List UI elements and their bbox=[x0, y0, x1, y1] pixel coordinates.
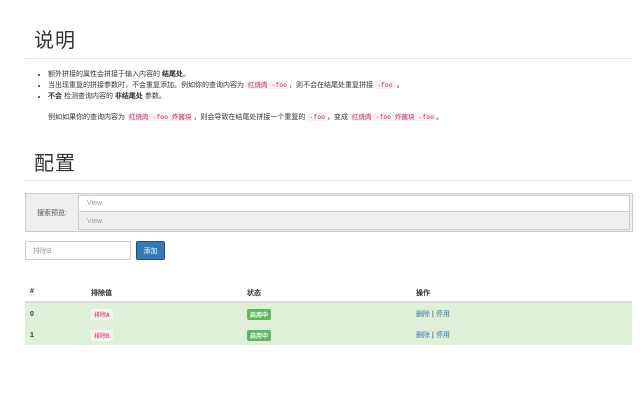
table-header: # 排除值 状态 操作 bbox=[25, 284, 632, 303]
code-snippet: -foo bbox=[307, 113, 328, 121]
code-snippet: 红烧肉 -foo 炸酱块 -foo bbox=[350, 113, 437, 121]
description-item: 当出现重复的拼接参数时，不会重复添加。例如你的查询内容为 红烧肉 -foo，则不… bbox=[48, 80, 638, 91]
table-row: 1 排除B 启用中 删除 | 停用 bbox=[25, 324, 632, 345]
description-title: 说明 bbox=[34, 30, 76, 52]
disable-link[interactable]: 停用 bbox=[436, 330, 450, 340]
table-row: 0 排除A 启用中 删除 | 停用 bbox=[25, 303, 632, 324]
code-snippet: -foo bbox=[374, 81, 395, 89]
disable-link[interactable]: 停用 bbox=[436, 309, 450, 319]
description-item: 不会 检测查询内容的 非结尾处 参数。 bbox=[48, 91, 638, 102]
search-preview: 搜索预览: View View bbox=[25, 193, 633, 232]
divider bbox=[25, 180, 632, 181]
header-actions: 操作 bbox=[416, 290, 430, 297]
description-item: 额外拼接的属性会拼接于输入内容的 结尾处。 bbox=[48, 69, 638, 80]
description-example: 例如如果你的查询内容为 红烧肉 -foo 炸酱块 ，则会导致在结尾处拼接一个重复的… bbox=[48, 113, 444, 121]
exclude-table: # 排除值 状态 操作 0 排除A 启用中 删除 | 停用 1 排除B 启用中 … bbox=[25, 284, 632, 345]
status-badge: 启用中 bbox=[247, 308, 272, 320]
search-preview-label: 搜索预览: bbox=[37, 209, 67, 217]
exclude-value: 排除A bbox=[91, 308, 113, 320]
row-actions: 删除 | 停用 bbox=[416, 330, 450, 340]
row-index: 0 bbox=[30, 310, 34, 318]
search-preview-field[interactable]: View bbox=[78, 195, 630, 212]
config-title: 配置 bbox=[34, 153, 76, 175]
exclude-value: 排除B bbox=[91, 329, 113, 341]
delete-link[interactable]: 删除 bbox=[416, 330, 430, 340]
row-index: 1 bbox=[30, 331, 34, 339]
row-actions: 删除 | 停用 bbox=[416, 309, 450, 319]
header-status: 状态 bbox=[247, 290, 261, 297]
header-value: 排除值 bbox=[91, 290, 112, 297]
status-badge: 启用中 bbox=[247, 329, 272, 341]
search-preview-field[interactable]: View bbox=[78, 213, 630, 230]
divider bbox=[25, 58, 632, 59]
delete-link[interactable]: 删除 bbox=[416, 309, 430, 319]
header-index: # bbox=[30, 288, 34, 295]
exclude-value-input[interactable]: 排除B bbox=[25, 241, 131, 260]
code-snippet: 红烧肉 -foo 炸酱块 bbox=[126, 113, 194, 121]
description-list: 额外拼接的属性会拼接于输入内容的 结尾处。 当出现重复的拼接参数时，不会重复添加… bbox=[34, 69, 638, 102]
add-button[interactable]: 添加 bbox=[136, 241, 165, 260]
code-snippet: 红烧肉 -foo bbox=[245, 81, 290, 89]
